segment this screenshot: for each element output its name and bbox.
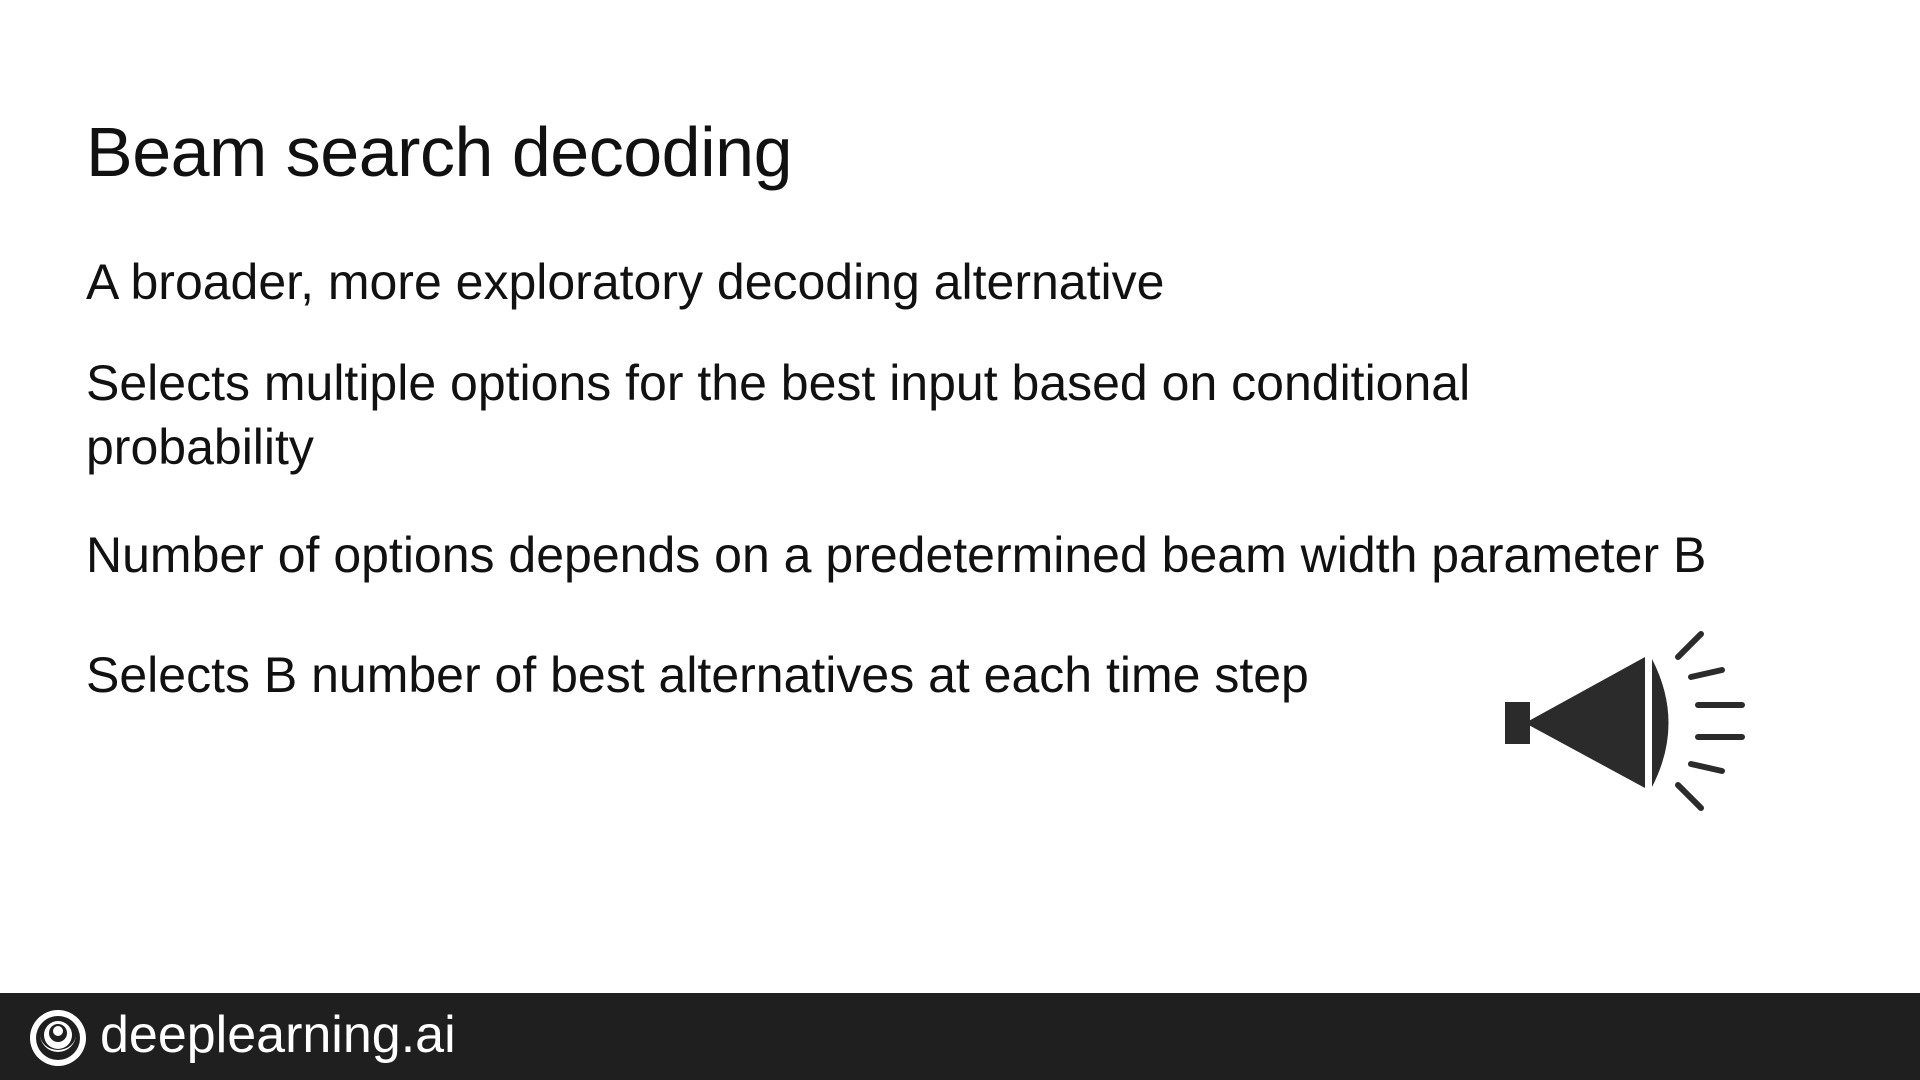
bullet-1: A broader, more exploratory decoding alt… — [86, 254, 1165, 310]
footer-brand: deeplearning.ai — [100, 1006, 456, 1064]
deeplearning-logo-icon — [30, 1010, 86, 1066]
bullet-3: Number of options depends on a predeterm… — [86, 527, 1707, 583]
footer-bar: deeplearning.ai — [0, 993, 1920, 1080]
beam-light-icon — [1505, 631, 1745, 811]
bullet-2: Selects multiple options for the best in… — [86, 355, 1471, 475]
slide-title: Beam search decoding — [86, 113, 793, 191]
